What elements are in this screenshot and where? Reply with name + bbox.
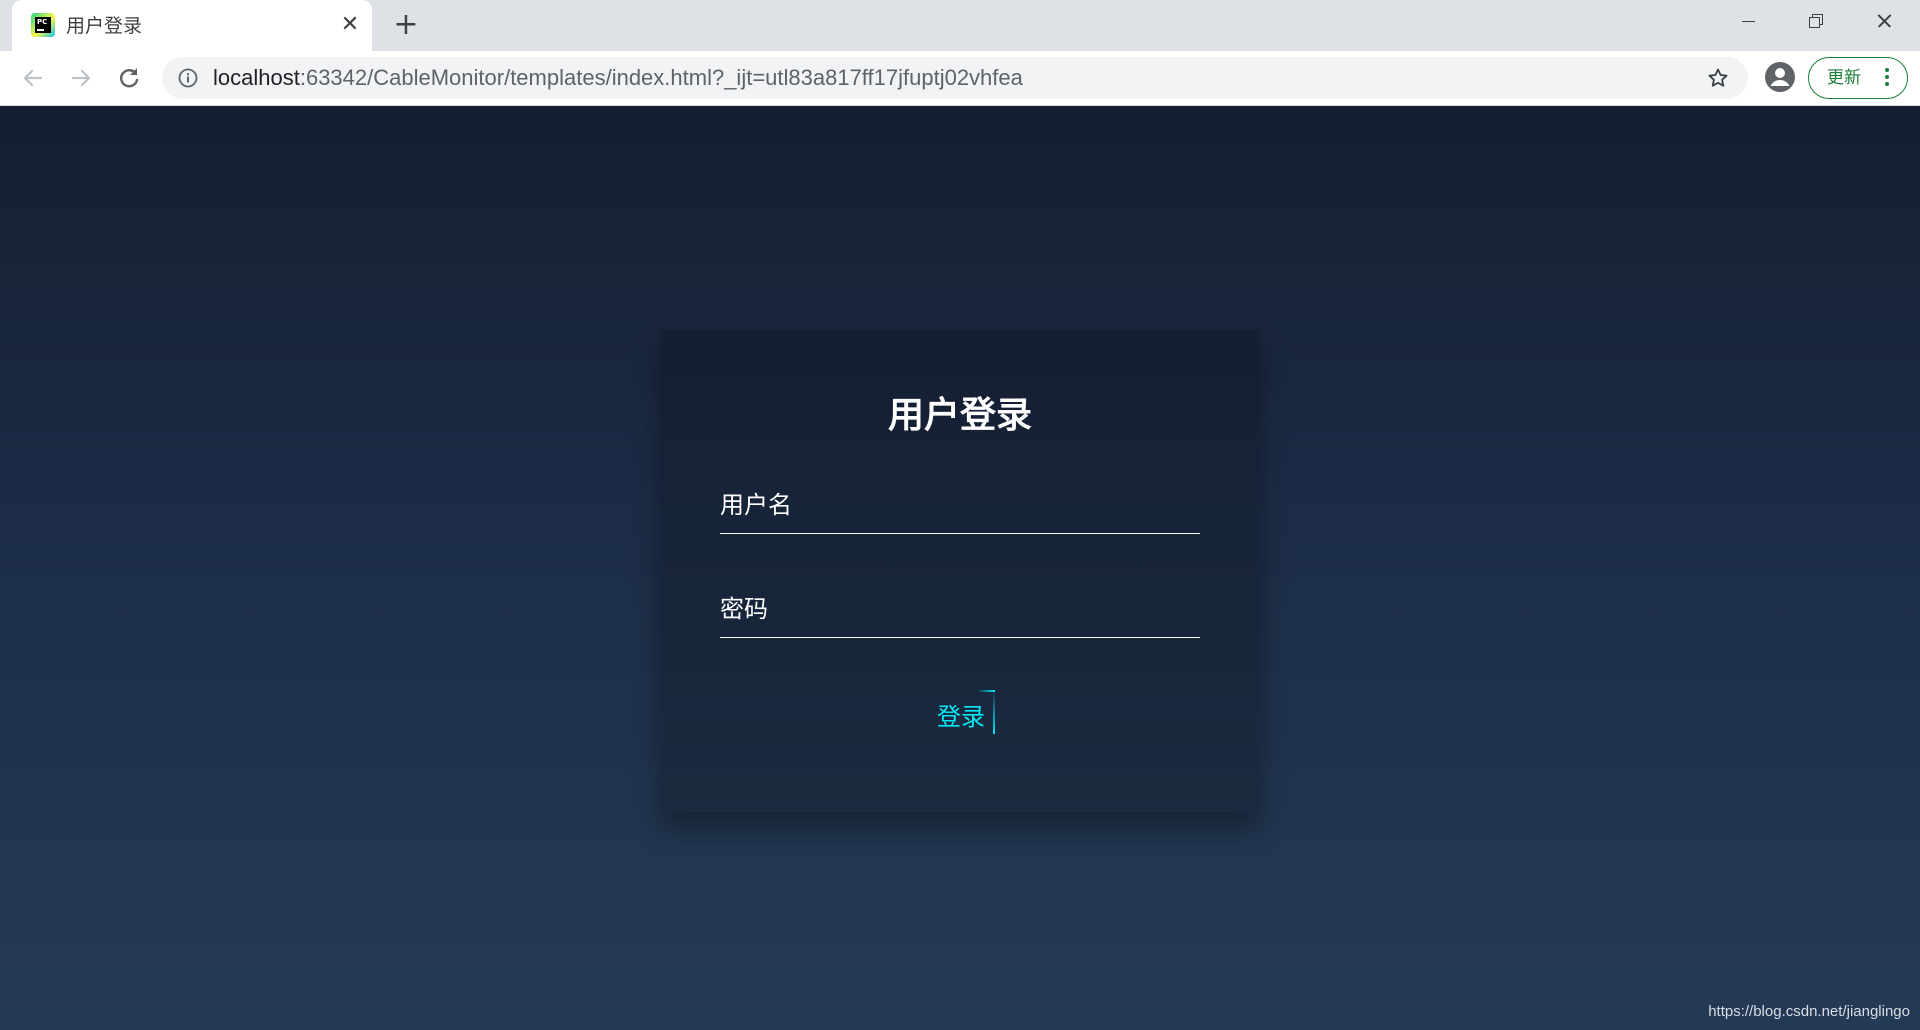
username-label: 用户名 (720, 491, 792, 519)
password-label: 密码 (720, 595, 768, 623)
restore-button[interactable] (1782, 0, 1850, 44)
close-window-button[interactable] (1850, 0, 1918, 44)
url-text: localhost:63342/CableMonitor/templates/i… (213, 65, 1023, 91)
username-field[interactable]: 用户名 (720, 480, 1200, 534)
login-title: 用户登录 (887, 395, 1032, 436)
forward-button[interactable] (63, 60, 99, 96)
watermark: https://blog.csdn.net/jianglingo (1708, 1003, 1910, 1020)
arrow-right-icon (71, 69, 91, 87)
tab-strip: PC 用户登录 ✕ + (0, 0, 1920, 51)
login-card: 用户登录 用户名 密码 登录 (661, 330, 1259, 812)
page-viewport: 用户登录 用户名 密码 登录 https://blog.csdn.net/jia… (0, 106, 1920, 1030)
browser-tab[interactable]: PC 用户登录 ✕ (12, 0, 372, 51)
login-button-label: 登录 (937, 703, 985, 731)
address-bar[interactable]: localhost:63342/CableMonitor/templates/i… (162, 57, 1748, 99)
star-icon[interactable] (1706, 66, 1730, 90)
back-button[interactable] (15, 60, 51, 96)
update-button[interactable]: 更新 (1808, 57, 1908, 99)
more-vert-icon (1884, 68, 1890, 88)
reload-button[interactable] (111, 60, 147, 96)
browser-toolbar: localhost:63342/CableMonitor/templates/i… (0, 51, 1920, 106)
password-field[interactable]: 密码 (720, 584, 1200, 638)
profile-avatar-icon[interactable] (1762, 59, 1798, 95)
tab-title: 用户登录 (66, 15, 143, 37)
url-host: localhost (213, 65, 300, 90)
new-tab-button[interactable]: + (390, 9, 422, 41)
update-label: 更新 (1827, 68, 1861, 88)
minimize-button[interactable] (1714, 0, 1782, 44)
pycharm-icon: PC (31, 13, 55, 37)
close-tab-icon[interactable]: ✕ (337, 12, 363, 38)
login-button[interactable]: 登录 (921, 690, 1031, 750)
arrow-left-icon (23, 69, 43, 87)
reload-icon (120, 68, 139, 88)
url-path: :63342/CableMonitor/templates/index.html… (299, 65, 1023, 90)
info-icon[interactable] (177, 67, 199, 89)
button-border-right (993, 690, 995, 734)
